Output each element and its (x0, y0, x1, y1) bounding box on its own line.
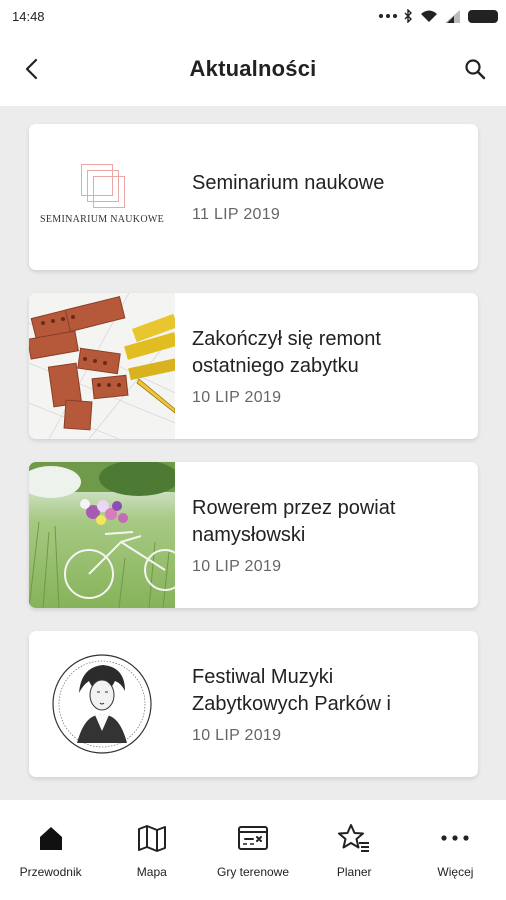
nav-label: Więcej (437, 865, 474, 879)
nav-item-przewodnik[interactable]: Przewodnik (0, 800, 101, 900)
home-icon (35, 822, 67, 854)
news-date: 10 LIP 2019 (192, 557, 282, 575)
news-thumbnail-bricks (29, 293, 175, 439)
back-button[interactable] (14, 52, 48, 86)
signal-icon (445, 9, 460, 23)
more-dots-icon (439, 822, 471, 854)
status-icons (379, 9, 498, 23)
news-card[interactable]: Rowerem przez powiat namysłowski 10 LIP … (29, 462, 478, 608)
wifi-icon (421, 10, 437, 22)
search-button[interactable] (458, 52, 492, 86)
star-list-icon (338, 822, 370, 854)
news-list[interactable]: SEMINARIUM NAUKOWE Seminarium naukowe 11… (0, 106, 506, 800)
notification-dots-icon (379, 14, 397, 18)
news-card[interactable]: Festiwal Muzyki Zabytkowych Parków i 10 … (29, 631, 478, 777)
news-card[interactable]: SEMINARIUM NAUKOWE Seminarium naukowe 11… (29, 124, 478, 270)
ticket-icon (237, 822, 269, 854)
seminar-logo-icon (81, 164, 127, 210)
nav-label: Przewodnik (19, 865, 82, 879)
news-thumbnail-seminar: SEMINARIUM NAUKOWE (29, 124, 175, 270)
news-date: 10 LIP 2019 (192, 726, 282, 744)
search-icon (465, 59, 486, 80)
news-title: Zakończył się remont ostatniego zabytku (192, 327, 381, 377)
bluetooth-icon (404, 9, 412, 23)
news-card-text: Seminarium naukowe 11 LIP 2019 (175, 124, 478, 270)
status-time: 14:48 (12, 8, 45, 24)
news-card[interactable]: Zakończył się remont ostatniego zabytku … (29, 293, 478, 439)
page-title: Aktualności (189, 56, 317, 81)
bricks-photo-image (29, 293, 175, 439)
news-thumbnail-bicycle (29, 462, 175, 608)
nav-label: Gry terenowe (216, 865, 290, 879)
news-title: Festiwal Muzyki Zabytkowych Parków i (192, 665, 391, 715)
news-card-text: Zakończył się remont ostatniego zabytku … (175, 293, 478, 439)
news-card-text: Rowerem przez powiat namysłowski 10 LIP … (175, 462, 478, 608)
battery-icon (468, 9, 498, 23)
status-bar: 14:48 (0, 0, 506, 32)
map-icon (136, 822, 168, 854)
news-title: Rowerem przez powiat namysłowski (192, 496, 396, 546)
news-date: 11 LIP 2019 (192, 206, 281, 223)
nav-item-wiecej[interactable]: Więcej (405, 800, 506, 900)
nav-item-mapa[interactable]: Mapa (101, 800, 202, 900)
festival-seal-icon (52, 654, 152, 754)
nav-item-planer[interactable]: Planer (304, 800, 405, 900)
nav-item-gry-terenowe[interactable]: Gry terenowe (202, 800, 303, 900)
news-card-text: Festiwal Muzyki Zabytkowych Parków i 10 … (175, 631, 478, 777)
chevron-left-icon (25, 58, 38, 80)
nav-label: Mapa (136, 865, 167, 879)
news-title: Seminarium naukowe (192, 172, 385, 194)
news-date: 10 LIP 2019 (192, 388, 282, 406)
bicycle-photo-image (29, 462, 175, 608)
seminar-logo-caption: SEMINARIUM NAUKOWE (39, 214, 164, 225)
app-bar: Aktualności (0, 32, 506, 106)
news-thumbnail-festival (29, 631, 175, 777)
nav-label: Planer (336, 865, 372, 879)
bottom-navigation: Przewodnik Mapa Gry terenowe Planer Więc… (0, 800, 506, 900)
